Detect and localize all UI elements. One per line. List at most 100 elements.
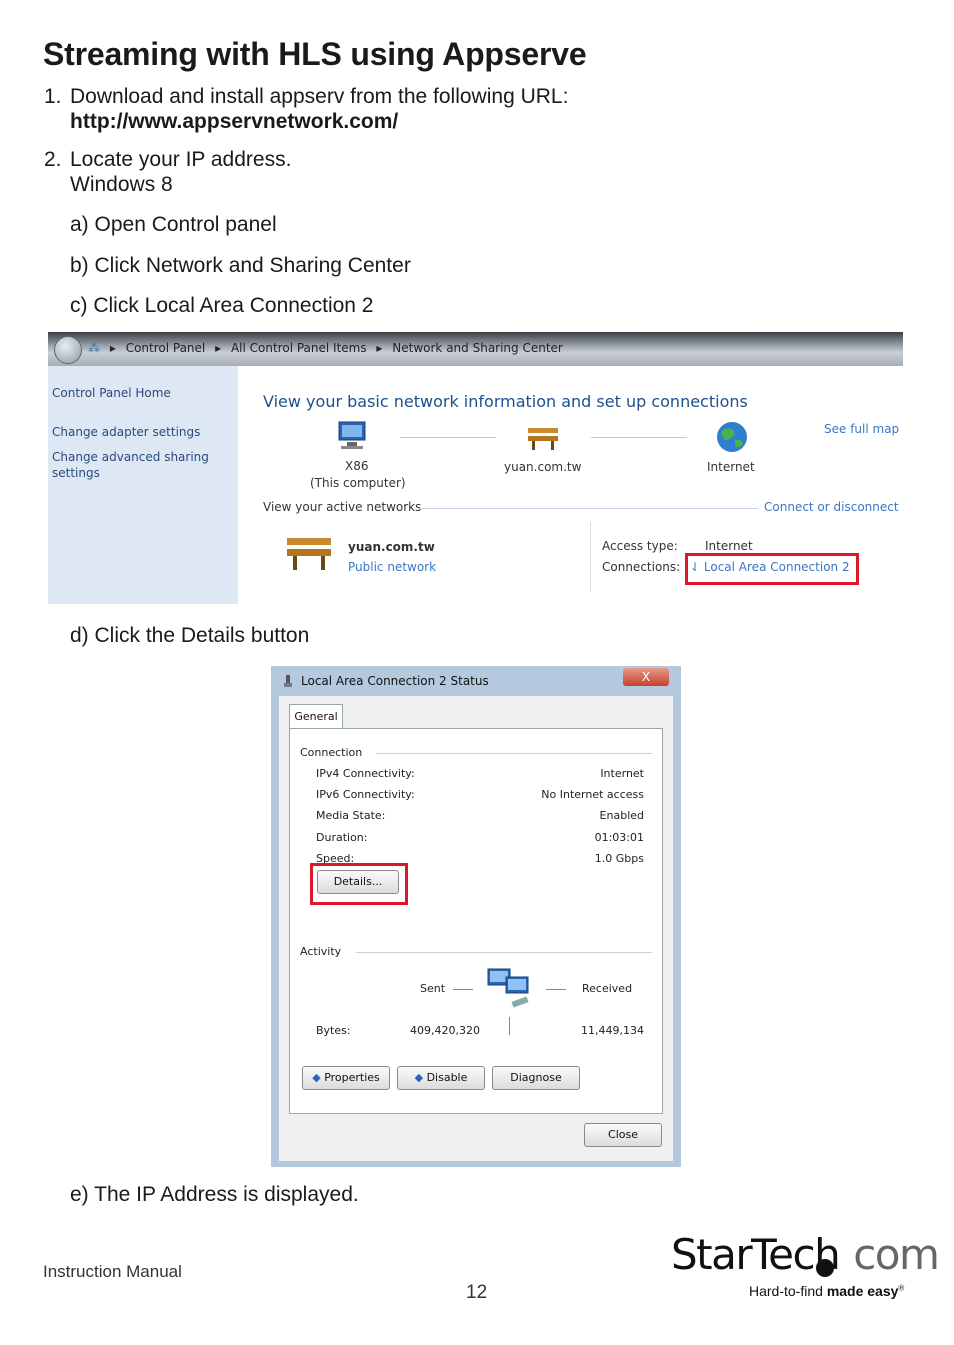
bench-icon <box>528 428 558 450</box>
step-2-os: Windows 8 <box>70 173 173 196</box>
breadcrumb: ⁂ ▸ Control Panel ▸ All Control Panel It… <box>88 341 569 355</box>
sent-line <box>453 989 473 990</box>
details-button[interactable]: Details... <box>317 870 399 894</box>
speed-value: 1.0 Gbps <box>594 852 644 865</box>
step-2c: c) Click Local Area Connection 2 <box>70 294 374 317</box>
dialog-body: General Connection IPv4 Connectivity: In… <box>279 696 673 1161</box>
dialog-title: Local Area Connection 2 Status <box>301 674 489 688</box>
ipv6-label: IPv6 Connectivity: <box>316 788 415 801</box>
startech-logo: StarTech com <box>671 1230 940 1279</box>
map-link-line <box>591 437 687 438</box>
step-2b: b) Click Network and Sharing Center <box>70 254 411 277</box>
step-2d: d) Click the Details button <box>70 624 310 647</box>
disable-button-label: Disable <box>426 1071 468 1084</box>
ethernet-icon <box>284 675 292 687</box>
active-networks-label: View your active networks <box>263 500 422 514</box>
network-bench-icon <box>287 538 331 570</box>
tagline-bold: made easy <box>826 1283 899 1299</box>
breadcrumb-network-center[interactable]: Network and Sharing Center <box>392 341 563 355</box>
step-2e: e) The IP Address is displayed. <box>70 1183 359 1206</box>
bytes-sent-value: 409,420,320 <box>410 1024 480 1037</box>
connections-label: Connections: <box>602 560 681 574</box>
bytes-received-value: 11,449,134 <box>581 1024 644 1037</box>
tagline-plain: Hard-to-find <box>749 1283 827 1299</box>
sidebar-item-home[interactable]: Control Panel Home <box>52 386 171 400</box>
page-number: 12 <box>466 1282 488 1303</box>
close-button[interactable]: Close <box>584 1123 662 1147</box>
step-1-text: Download and install appserv from the fo… <box>70 85 569 108</box>
tagline-registered: ® <box>898 1283 905 1293</box>
address-bar: ⁂ ▸ Control Panel ▸ All Control Panel It… <box>48 332 903 366</box>
general-panel: Connection IPv4 Connectivity: Internet I… <box>289 728 663 1114</box>
group-divider <box>376 753 652 754</box>
sidebar-item-advanced-sharing[interactable]: Change advanced sharing <box>52 450 209 464</box>
logo-main: StarTech <box>671 1230 841 1279</box>
connect-disconnect-link[interactable]: Connect or disconnect <box>764 500 899 514</box>
map-link-line <box>400 437 496 438</box>
see-full-map-link[interactable]: See full map <box>824 422 899 436</box>
close-window-button[interactable]: X <box>623 668 669 686</box>
connection-status-dialog: Local Area Connection 2 Status X General… <box>271 666 681 1167</box>
properties-button-label: Properties <box>324 1071 380 1084</box>
public-network-link[interactable]: Public network <box>348 560 436 574</box>
duration-value: 01:03:01 <box>594 831 644 844</box>
breadcrumb-separator-icon: ▸ <box>109 341 116 355</box>
step-2-number: 2. <box>44 148 62 171</box>
sidebar-item-advanced-sharing-cont[interactable]: settings <box>52 466 100 480</box>
ethernet-icon: ⇃ <box>690 560 701 574</box>
logo-dot-icon <box>816 1259 834 1277</box>
activity-group-label: Activity <box>300 945 342 958</box>
node-internet: Internet <box>707 460 755 474</box>
access-type-label: Access type: <box>602 539 678 553</box>
local-area-connection-link[interactable]: ⇃ Local Area Connection 2 <box>690 560 850 574</box>
node-network-name: yuan.com.tw <box>504 460 582 474</box>
tab-general[interactable]: General <box>289 704 343 729</box>
ipv4-value: Internet <box>600 767 644 780</box>
network-icon: ⁂ <box>88 341 100 355</box>
bytes-divider <box>509 1017 510 1035</box>
breadcrumb-all-items[interactable]: All Control Panel Items <box>231 341 367 355</box>
bytes-label: Bytes: <box>316 1024 351 1037</box>
active-network-name: yuan.com.tw <box>348 540 435 554</box>
back-button-icon[interactable] <box>54 336 82 364</box>
shield-icon: ◆ <box>312 1071 321 1084</box>
breadcrumb-separator-icon: ▸ <box>376 341 383 355</box>
step-1-number: 1. <box>44 85 62 108</box>
sidebar: Control Panel Home Change adapter settin… <box>48 366 238 604</box>
network-computers-icon <box>487 968 529 1008</box>
duration-label: Duration: <box>316 831 368 844</box>
sent-label: Sent <box>420 982 446 995</box>
breadcrumb-control-panel[interactable]: Control Panel <box>126 341 206 355</box>
computer-icon <box>338 421 366 449</box>
logo-com: com <box>853 1230 940 1279</box>
ipv4-label: IPv4 Connectivity: <box>316 767 415 780</box>
step-2-text: Locate your IP address. <box>70 148 292 171</box>
properties-button[interactable]: ◆ Properties <box>302 1066 390 1090</box>
appserv-url-link[interactable]: http://www.appservnetwork.com/ <box>70 109 398 135</box>
step-2a: a) Open Control panel <box>70 213 277 236</box>
diagnose-button[interactable]: Diagnose <box>492 1066 580 1090</box>
vertical-divider <box>590 522 591 592</box>
local-area-connection-label: Local Area Connection 2 <box>703 560 850 574</box>
media-state-label: Media State: <box>316 809 386 822</box>
node-computer-name: X86 <box>345 459 369 473</box>
globe-icon <box>717 422 747 452</box>
disable-button[interactable]: ◆ Disable <box>397 1066 485 1090</box>
network-info-title: View your basic network information and … <box>263 392 748 411</box>
page-title: Streaming with HLS using Appserve <box>43 36 587 72</box>
media-state-value: Enabled <box>599 809 644 822</box>
received-label: Received <box>582 982 633 995</box>
breadcrumb-separator-icon: ▸ <box>215 341 222 355</box>
received-line <box>546 989 566 990</box>
access-type-value: Internet <box>705 539 753 553</box>
footer-manual-label: Instruction Manual <box>43 1262 182 1281</box>
node-computer-sub: (This computer) <box>310 476 406 490</box>
logo-tagline: Hard-to-find made easy® <box>749 1283 904 1299</box>
shield-icon: ◆ <box>414 1071 424 1084</box>
sidebar-item-adapter[interactable]: Change adapter settings <box>52 425 200 439</box>
group-divider <box>356 952 652 953</box>
network-sharing-center-screenshot: ⁂ ▸ Control Panel ▸ All Control Panel It… <box>48 332 903 604</box>
connection-group-label: Connection <box>300 746 363 759</box>
ipv6-value: No Internet access <box>541 788 644 801</box>
section-divider <box>418 508 758 509</box>
